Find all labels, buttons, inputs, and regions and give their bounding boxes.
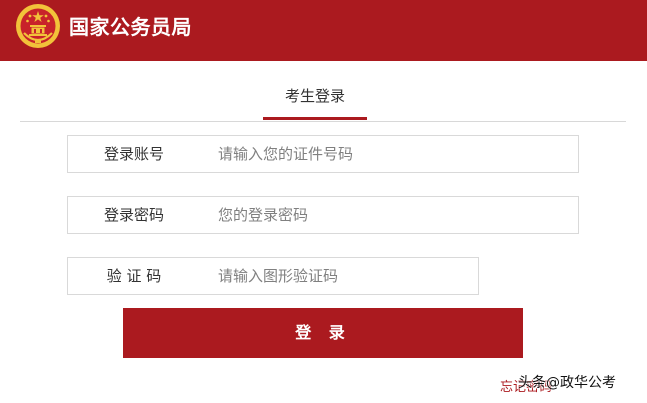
- tab-divider: [20, 121, 626, 122]
- password-label: 登录密码: [103, 206, 164, 224]
- password-field: 登录密码: [67, 196, 579, 234]
- captcha-label: 验 证 码: [106, 267, 162, 285]
- active-tab-indicator: [263, 117, 367, 120]
- watermark-text: 头条@政华公考: [518, 375, 616, 391]
- password-input[interactable]: [218, 197, 568, 233]
- account-label: 登录账号: [103, 145, 164, 163]
- account-field: 登录账号: [67, 135, 579, 173]
- captcha-input[interactable]: [218, 258, 468, 294]
- account-input[interactable]: [218, 136, 568, 172]
- tab-candidate-login[interactable]: 考生登录: [263, 84, 367, 108]
- captcha-field: 验 证 码: [67, 257, 479, 295]
- site-title: 国家公务员局: [69, 15, 192, 39]
- national-emblem-icon: [16, 4, 60, 48]
- top-header-bar: 国家公务员局: [0, 0, 647, 61]
- login-button[interactable]: 登 录: [123, 308, 523, 358]
